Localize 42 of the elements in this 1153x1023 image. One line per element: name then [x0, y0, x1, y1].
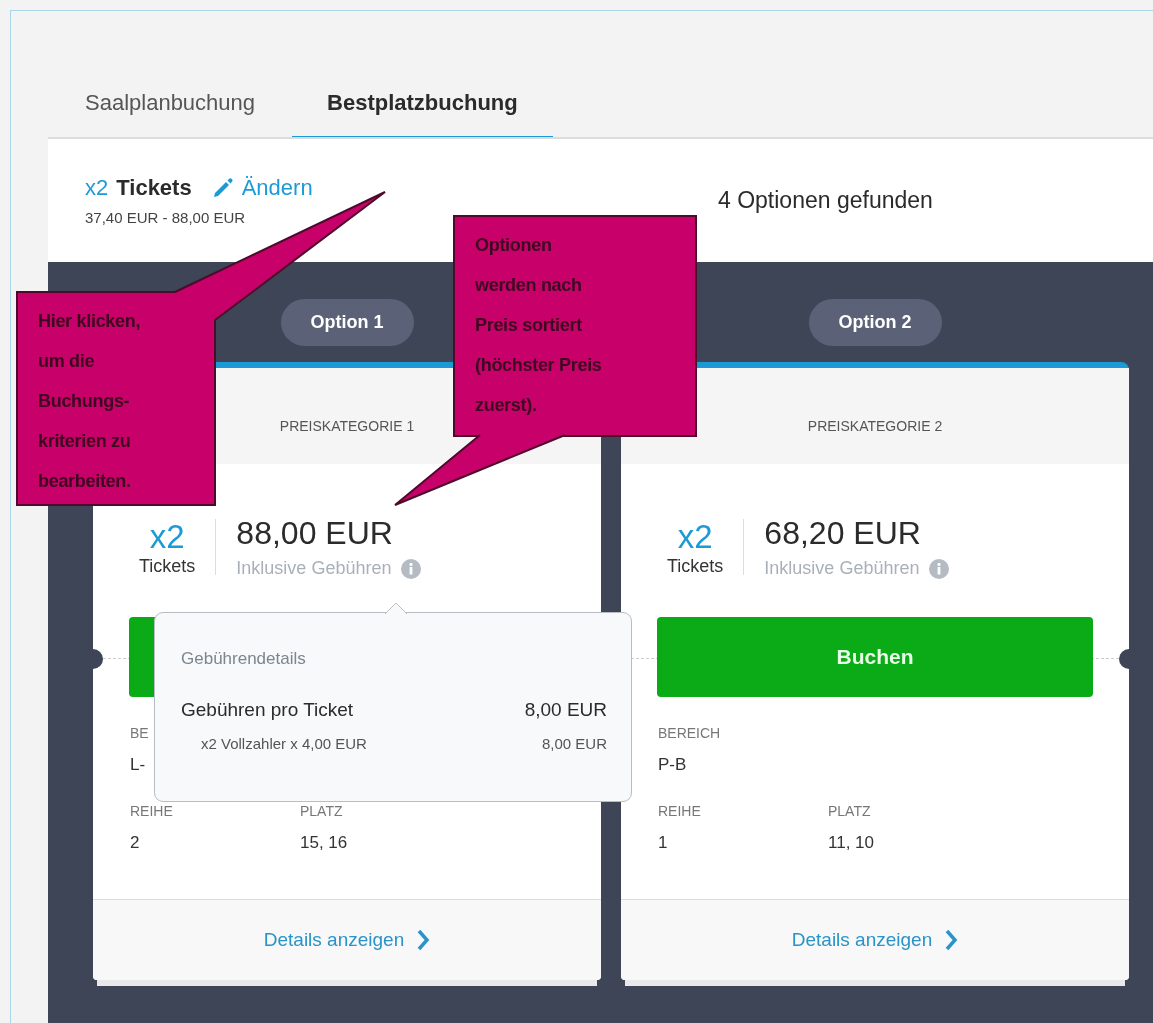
ticket-quantity: x2 [677, 517, 713, 556]
tickets-label: Tickets [116, 175, 192, 201]
total-price: 68,20 EUR [764, 515, 922, 552]
fee-amount: 8,00 EUR [541, 735, 607, 752]
tickets-label: Tickets [139, 555, 196, 577]
field-value: P-B [658, 755, 688, 775]
info-icon[interactable] [401, 558, 422, 579]
field-label: BE [130, 725, 150, 741]
fee-amount: 8,00 EUR [524, 699, 607, 721]
book-button[interactable]: Buchen [657, 617, 1093, 697]
fees-note: Inklusive Gebühren [236, 558, 392, 579]
ticket-quantity: x2 [85, 175, 109, 201]
edit-link[interactable]: Ändern [211, 175, 313, 201]
field-label: PLATZ [300, 803, 344, 819]
fees-note: Inklusive Gebühren [764, 558, 920, 579]
field-label: REIHE [130, 803, 174, 819]
field-value: 11, 10 [828, 833, 875, 853]
field-value: 2 [130, 833, 141, 853]
price-range: 37,40 EUR - 88,00 EUR [85, 209, 247, 226]
total-price: 88,00 EUR [236, 515, 394, 552]
field-label: BEREICH [658, 725, 722, 741]
details-link[interactable]: Details anzeigen [263, 929, 431, 951]
field-value: 15, 16 [300, 833, 349, 853]
tab[interactable]: Saalplanbuchung [50, 75, 291, 139]
popover-title: Gebührendetails [181, 649, 307, 669]
fee-label: x2 Vollzahler x 4,00 EUR [201, 735, 367, 752]
callout: Hier klicken, um die Buchungs- kriterien zu bearbeiten. [16, 291, 216, 506]
fee-label: Gebühren pro Ticket [181, 699, 354, 721]
pencil-icon [211, 177, 234, 199]
info-icon[interactable] [929, 558, 950, 579]
field-label: PLATZ [828, 803, 872, 819]
tickets-label: Tickets [667, 555, 724, 577]
details-link[interactable]: Details anzeigen [791, 929, 959, 951]
chevron-right-icon [416, 929, 431, 951]
chevron-right-icon [944, 929, 959, 951]
results-count: 4 Optionen gefunden [718, 187, 933, 214]
option-badge: Option 1 [280, 299, 414, 346]
field-label: REIHE [658, 803, 702, 819]
option-badge: Option 2 [808, 299, 942, 346]
field-value: L- [130, 755, 147, 775]
ticket-quantity: x2 [149, 517, 185, 556]
field-value: 1 [658, 833, 669, 853]
